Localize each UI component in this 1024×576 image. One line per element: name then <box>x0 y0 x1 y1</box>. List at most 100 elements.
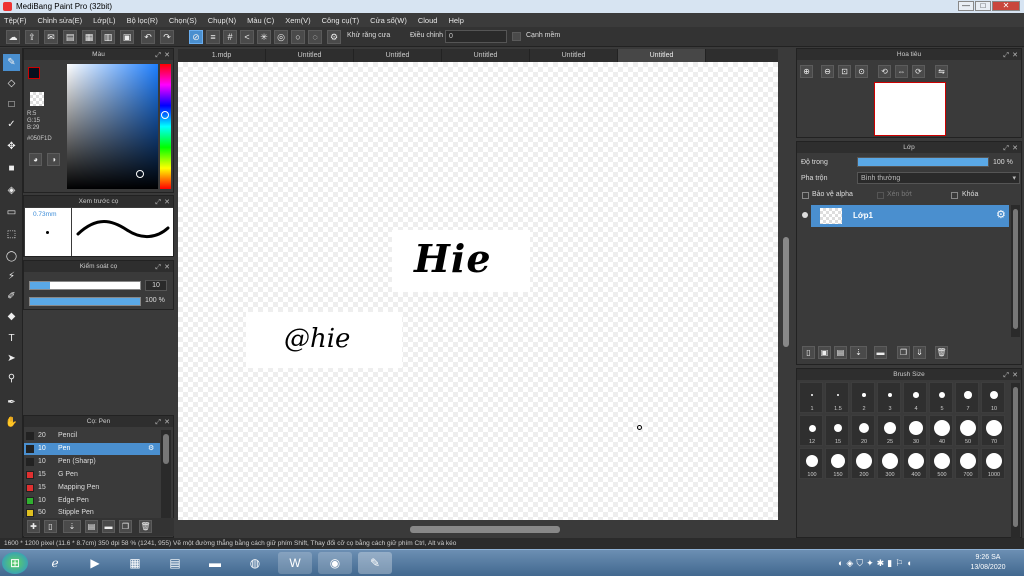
brush-opacity-slider[interactable] <box>29 297 141 306</box>
close-button[interactable]: ✕ <box>992 1 1020 11</box>
new-brush-icon[interactable]: ▯ <box>44 520 57 533</box>
menu-snap[interactable]: Chụp(N) <box>208 16 236 25</box>
blend-mode-select[interactable]: Bình thường ▾ <box>857 172 1020 184</box>
text-box-at-hie[interactable]: @hie <box>246 312 402 368</box>
menu-layer[interactable]: Lớp(L) <box>93 16 115 25</box>
fit-view-icon[interactable]: ⊡ <box>838 65 851 78</box>
save-icon[interactable]: ▦ <box>82 30 96 44</box>
settings-icon[interactable]: ⚙ <box>327 30 341 44</box>
brush-size-cell[interactable]: 7 <box>955 382 979 413</box>
medibang-icon[interactable]: ✎ <box>358 552 392 574</box>
hand-tool-icon[interactable]: ✋ <box>3 414 20 431</box>
close-panel-icon[interactable]: ✕ <box>1012 370 1018 381</box>
expand-icon[interactable]: ⤢ <box>1003 370 1009 381</box>
calculator-icon[interactable]: ▤ <box>158 552 192 574</box>
chrome-icon[interactable]: ◉ <box>318 552 352 574</box>
select-eraser-icon[interactable]: ◆ <box>3 308 20 325</box>
delete-brush-icon[interactable]: 🗑 <box>139 520 152 533</box>
word-icon[interactable]: W <box>278 552 312 574</box>
canvas-vertical-scrollbar[interactable] <box>780 62 792 520</box>
delete-layer-icon[interactable]: 🗑 <box>935 346 948 359</box>
magic-wand-icon[interactable]: ⚡ <box>3 268 20 285</box>
brush-properties-icon[interactable]: ▤ <box>85 520 98 533</box>
reset-view-icon[interactable]: ⇋ <box>935 65 948 78</box>
brush-size-cell[interactable]: 70 <box>981 415 1005 446</box>
rotate-left-icon[interactable]: ⟲ <box>878 65 891 78</box>
new-folder-layer-icon[interactable]: ⇣ <box>850 346 867 359</box>
layer-row-layer1[interactable]: Lớp1 ⚙ <box>811 205 1009 227</box>
radial-icon[interactable]: ✳ <box>257 30 271 44</box>
brush-size-cell[interactable]: 1 <box>799 382 823 413</box>
shape-tool-icon[interactable]: ■ <box>3 160 20 177</box>
minimize-button[interactable]: — <box>958 1 974 11</box>
zoom-out-icon[interactable]: ⊖ <box>821 65 834 78</box>
maximize-button[interactable]: □ <box>975 1 991 11</box>
menu-color[interactable]: Màu (C) <box>247 16 274 25</box>
brush-size-cell[interactable]: 25 <box>877 415 901 446</box>
curve-snap-icon[interactable]: ◌ <box>308 30 322 44</box>
marquee-tool-icon[interactable]: ⬚ <box>3 226 20 243</box>
circle-snap-icon[interactable]: ○ <box>291 30 305 44</box>
dot-tool-icon[interactable]: □ <box>3 96 20 113</box>
scroll-thumb[interactable] <box>1013 209 1018 329</box>
correction-select[interactable]: 0 <box>445 30 507 43</box>
folder-icon[interactable]: ▬ <box>874 346 887 359</box>
brush-size-cell[interactable]: 3 <box>877 382 901 413</box>
expand-icon[interactable]: ⤢ <box>155 197 161 208</box>
expand-icon[interactable]: ⤢ <box>155 262 161 273</box>
color-picker-icon[interactable]: ◑ <box>47 153 60 166</box>
navigator-thumbnail[interactable] <box>874 82 946 136</box>
flip-icon[interactable]: ⇔ <box>895 65 908 78</box>
import-brush-icon[interactable]: ⇣ <box>63 520 81 533</box>
canvas-horizontal-scrollbar[interactable] <box>178 522 778 536</box>
eyedropper-icon[interactable]: ⚲ <box>3 370 20 387</box>
antialias-label[interactable]: Khử răng cưa <box>347 32 390 39</box>
system-tray-icons[interactable]: ◐◈⛉✦✱▮⚐◖ <box>838 558 915 569</box>
hue-cursor[interactable] <box>161 111 169 119</box>
brush-size-cell[interactable]: 4 <box>903 382 927 413</box>
media-player-icon[interactable]: ▶ <box>78 552 112 574</box>
parallel-snap-icon[interactable]: ≡ <box>206 30 220 44</box>
close-panel-icon[interactable]: ✕ <box>164 262 170 273</box>
start-button-icon[interactable]: ⊞ <box>2 552 28 574</box>
fill-tool-icon[interactable]: ◈ <box>3 182 20 199</box>
move-tool-icon[interactable]: ✥ <box>3 138 20 155</box>
foreground-color-swatch[interactable] <box>28 67 40 79</box>
brush-size-cell[interactable]: 30 <box>903 415 927 446</box>
lock-checkbox[interactable] <box>951 192 958 199</box>
menu-view[interactable]: Xem(V) <box>285 16 310 25</box>
menu-select[interactable]: Chọn(S) <box>169 16 197 25</box>
rotate-right-icon[interactable]: ⟳ <box>912 65 925 78</box>
palette-icon[interactable]: ◕ <box>29 153 42 166</box>
expand-icon[interactable]: ⤢ <box>155 50 161 61</box>
select-pen-icon[interactable]: ✐ <box>3 288 20 305</box>
color-saturation-field[interactable] <box>67 64 158 189</box>
brush-size-cell[interactable]: 12 <box>799 415 823 446</box>
eyedropper-alt-icon[interactable]: ✒ <box>3 394 20 411</box>
duplicate-layer-icon[interactable]: ❐ <box>897 346 910 359</box>
scroll-thumb[interactable] <box>410 526 560 533</box>
merge-layer-icon[interactable]: ⇓ <box>913 346 926 359</box>
color-cursor[interactable] <box>136 170 144 178</box>
zoom-in-icon[interactable]: ⊕ <box>800 65 813 78</box>
redo-icon[interactable]: ↷ <box>160 30 174 44</box>
layer-opacity-slider[interactable] <box>857 157 989 167</box>
brush-size-cell[interactable]: 1000 <box>981 448 1005 479</box>
hue-slider[interactable] <box>160 64 171 189</box>
soft-edge-checkbox[interactable] <box>512 32 521 41</box>
perspective-icon[interactable]: < <box>240 30 254 44</box>
brush-size-cell[interactable]: 150 <box>825 448 849 479</box>
menu-window[interactable]: Cửa sổ(W) <box>370 16 407 25</box>
menu-help[interactable]: Help <box>448 16 463 25</box>
brush-settings-icon[interactable]: ⚙ <box>148 443 154 455</box>
scroll-thumb[interactable] <box>783 237 789 347</box>
clock-time[interactable]: 9:26 SA <box>960 554 1016 561</box>
menu-cloud[interactable]: Cloud <box>418 16 438 25</box>
tab-untitled-1[interactable]: Untitled <box>266 49 354 62</box>
new-file-icon[interactable]: ▤ <box>63 30 77 44</box>
tab-untitled-4[interactable]: Untitled <box>530 49 618 62</box>
brush-size-cell[interactable]: 40 <box>929 415 953 446</box>
brush-size-cell[interactable]: 50 <box>955 415 979 446</box>
menu-edit[interactable]: Chỉnh sửa(E) <box>38 16 83 25</box>
brush-size-cell[interactable]: 15 <box>825 415 849 446</box>
